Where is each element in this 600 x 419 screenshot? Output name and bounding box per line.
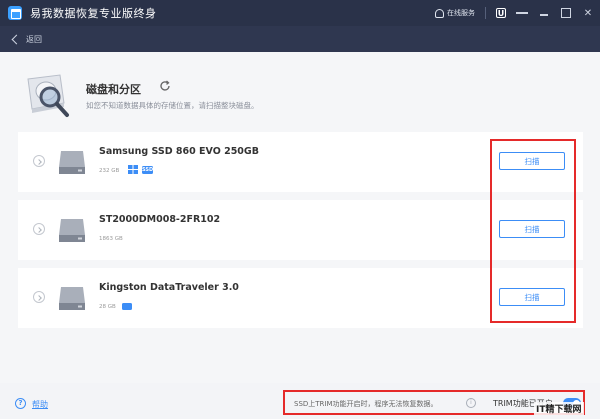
app-title: 易我数据恢复专业版终身 (30, 7, 157, 20)
nav-bar: 返回 (0, 26, 600, 52)
account-icon[interactable]: U (496, 8, 506, 18)
online-service-button[interactable]: 在线服务 (435, 8, 475, 18)
drive-name: Kingston DataTraveler 3.0 (99, 282, 239, 293)
section-header: 磁盘和分区 如您不知道数据具体的存储位置，请扫描整块磁盘。 (20, 67, 580, 127)
info-icon[interactable]: i (466, 398, 476, 408)
hard-drive-icon (59, 219, 85, 242)
expand-toggle-icon[interactable] (33, 223, 45, 235)
ssd-badge: SSD (142, 166, 154, 174)
watermark: IT精下载网 (534, 402, 584, 415)
windows-icon (128, 165, 138, 174)
drive-size: 28 GB (99, 304, 116, 310)
headset-icon (435, 8, 444, 18)
divider (485, 7, 486, 19)
app-logo-icon (8, 6, 22, 20)
disk-search-icon (27, 74, 69, 117)
drive-size: 1863 GB (99, 236, 123, 242)
expand-toggle-icon[interactable] (33, 291, 45, 303)
trim-warning-text: SSD上TRIM功能开启时，程序无法恢复数据。 (294, 400, 438, 408)
hard-drive-icon (59, 151, 85, 174)
drive-name: Samsung SSD 860 EVO 250GB (99, 146, 259, 157)
hard-drive-icon (59, 287, 85, 310)
menu-icon[interactable] (516, 7, 528, 19)
drive-size: 232 GB (99, 168, 120, 174)
title-bar: 易我数据恢复专业版终身 在线服务 U ✕ (0, 0, 600, 26)
drive-name: ST2000DM008-2FR102 (99, 214, 221, 225)
close-icon[interactable]: ✕ (582, 7, 594, 19)
minimize-icon[interactable] (538, 7, 550, 19)
footer: ? 帮助 SSD上TRIM功能开启时，程序无法恢复数据。 i TRIM功能已开启 (0, 383, 600, 419)
maximize-icon[interactable] (560, 7, 572, 19)
usb-icon (122, 303, 132, 310)
annotation-highlight-box (490, 139, 576, 323)
title-bar-controls: 在线服务 U ✕ (435, 0, 594, 26)
refresh-icon[interactable] (159, 80, 171, 92)
page-subtitle: 如您不知道数据具体的存储位置，请扫描整块磁盘。 (86, 101, 259, 110)
help-icon[interactable]: ? (15, 398, 26, 409)
back-button[interactable]: 返回 (26, 34, 42, 45)
expand-toggle-icon[interactable] (33, 155, 45, 167)
page-title: 磁盘和分区 (86, 83, 141, 96)
chevron-left-icon[interactable] (11, 34, 22, 44)
online-service-label: 在线服务 (447, 9, 475, 17)
help-link[interactable]: 帮助 (32, 399, 48, 410)
